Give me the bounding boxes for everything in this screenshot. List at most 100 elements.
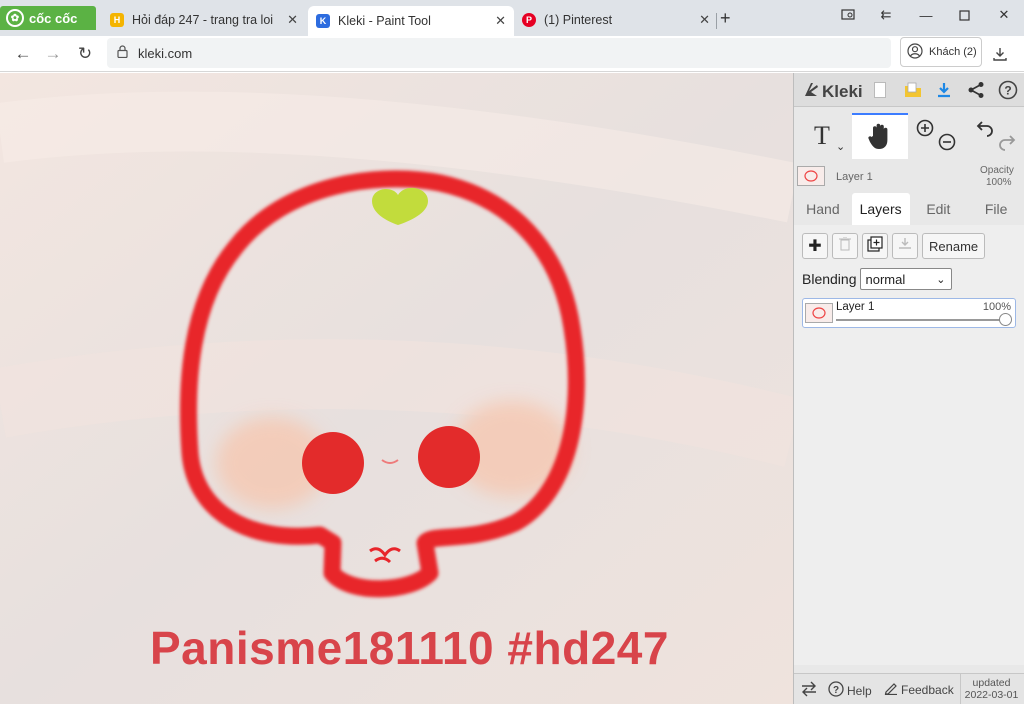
kleki-logo-text: Kleki [822,81,863,101]
chevron-down-icon: ⌄ [936,273,946,286]
tab-hoidap[interactable]: H Hỏi đáp 247 - trang tra loi ✕ [102,6,306,34]
tab-title: Kleki - Paint Tool [338,14,431,28]
tab-divider [716,13,717,29]
window-close-icon[interactable]: ✕ [986,4,1022,26]
tab-kleki[interactable]: K Kleki - Paint Tool ✕ [308,6,514,36]
tool-row: T ⌄ [794,113,1024,159]
brand-label: cốc cốc [29,10,78,26]
share-icon[interactable] [965,79,987,101]
zoom-tool-buttons[interactable] [910,113,966,159]
panel-footer: ? Help Feedback updated 2022-03-01 [794,673,1024,704]
reload-icon[interactable]: ↻ [72,42,98,66]
address-bar[interactable]: kleki.com [107,38,891,68]
minimize-icon[interactable]: — [908,4,944,26]
maximize-icon[interactable] [946,4,982,26]
help-link[interactable]: ? Help [828,681,872,700]
close-icon[interactable]: ✕ [495,13,506,29]
user-icon [907,42,923,62]
hand-tool-button[interactable] [852,113,908,159]
layer-actions: ✚ Rename [802,233,986,259]
merge-down-icon [898,237,912,256]
redo-icon[interactable] [998,133,1016,154]
undo-redo-buttons[interactable] [968,113,1024,159]
screenshot-icon[interactable] [830,4,866,26]
chevron-down-icon[interactable]: ⌄ [836,140,845,153]
import-folder-icon[interactable] [902,79,924,101]
coccoc-menu-button[interactable]: ✿ cốc cốc [0,6,96,30]
zoom-in-icon[interactable] [916,119,934,140]
panel-tabs: Hand Layers Edit File [794,193,1024,225]
canvas-artwork [0,73,793,704]
blending-select[interactable]: normal ⌄ [859,268,952,290]
trash-icon [839,236,851,256]
add-layer-button[interactable]: ✚ [802,233,828,259]
new-image-icon[interactable] [869,79,891,101]
downloads-icon[interactable] [988,42,1012,66]
left-eye [302,432,364,494]
updated-info: updated 2022-03-01 [960,674,1022,704]
coccoc-logo-icon: ✿ [6,9,24,27]
zoom-out-icon[interactable] [938,133,956,154]
rename-layer-button[interactable]: Rename [922,233,986,259]
tab-search-icon[interactable]: ⇇ [868,4,904,26]
opacity-slider-handle[interactable] [999,313,1012,326]
tab-layers[interactable]: Layers [851,193,910,225]
hand-icon [867,122,893,153]
feedback-link[interactable]: Feedback [884,681,954,698]
close-icon[interactable]: ✕ [699,12,710,28]
svg-text:?: ? [833,685,839,696]
lock-icon [117,45,128,61]
delete-layer-button[interactable] [832,233,858,259]
kleki-favicon-icon: K [316,14,330,28]
swap-side-icon[interactable] [801,681,817,700]
opacity-slider-track[interactable] [836,319,1006,321]
tab-edit[interactable]: Edit [910,193,968,225]
profile-button[interactable]: Khách (2) [900,37,982,67]
right-eye [418,426,480,488]
duplicate-icon [867,235,883,257]
undo-icon[interactable] [976,119,994,140]
opacity-value: 100% [986,177,1012,188]
pinterest-favicon-icon: P [522,13,536,27]
hoidap-favicon-icon: H [110,13,124,27]
layer-name: Layer 1 [836,301,875,313]
text-tool-icon: T [814,121,830,150]
tab-pinterest[interactable]: P (1) Pinterest ✕ [514,6,718,34]
layer-thumbnail [805,303,833,323]
save-download-icon[interactable] [933,79,955,101]
kleki-logo[interactable]: Kleki [802,80,863,103]
help-circle-icon: ? [828,681,844,700]
layer-opacity: 100% [982,301,1011,313]
tab-hand[interactable]: Hand [794,193,852,225]
browser-tab-strip: ✿ cốc cốc H Hỏi đáp 247 - trang tra loi … [0,0,1024,36]
duplicate-layer-button[interactable] [862,233,888,259]
back-icon[interactable]: ← [10,42,36,66]
text-tool-button[interactable]: T ⌄ [794,113,850,159]
drawing-canvas[interactable]: Panisme181110 #hd247 [0,73,793,704]
tab-file[interactable]: File [967,193,1024,225]
current-layer-strip: Layer 1 Opacity 100% [794,162,1024,192]
close-icon[interactable]: ✕ [287,12,298,28]
opacity-label: Opacity [980,165,1014,176]
feedback-pen-icon [884,681,898,698]
kleki-top-bar: Kleki ? [794,73,1024,107]
merge-down-button[interactable] [892,233,918,259]
url-text: kleki.com [138,45,193,61]
updated-date: 2022-03-01 [964,689,1019,701]
layer-thumbnail[interactable] [797,166,825,186]
blending-value: normal [865,271,906,287]
blending-label: Blending [802,271,857,287]
layer-list-item[interactable]: Layer 1 100% [802,298,1016,328]
help-label: Help [847,683,872,698]
current-layer-name: Layer 1 [836,171,873,183]
tab-title: Hỏi đáp 247 - trang tra loi [132,13,274,27]
browser-toolbar: ← → ↻ kleki.com Khách (2) [0,36,1024,72]
updated-label: updated [972,677,1011,689]
tab-title: (1) Pinterest [544,13,613,27]
forward-icon[interactable]: → [40,42,66,66]
profile-label: Khách (2) [929,46,977,58]
layers-tab-content: ✚ Rename Blending normal ⌄ Layer 1 100% [794,225,1024,665]
help-icon[interactable]: ? [997,79,1019,101]
plus-icon: ✚ [808,238,822,255]
new-tab-button[interactable]: + [720,8,731,29]
